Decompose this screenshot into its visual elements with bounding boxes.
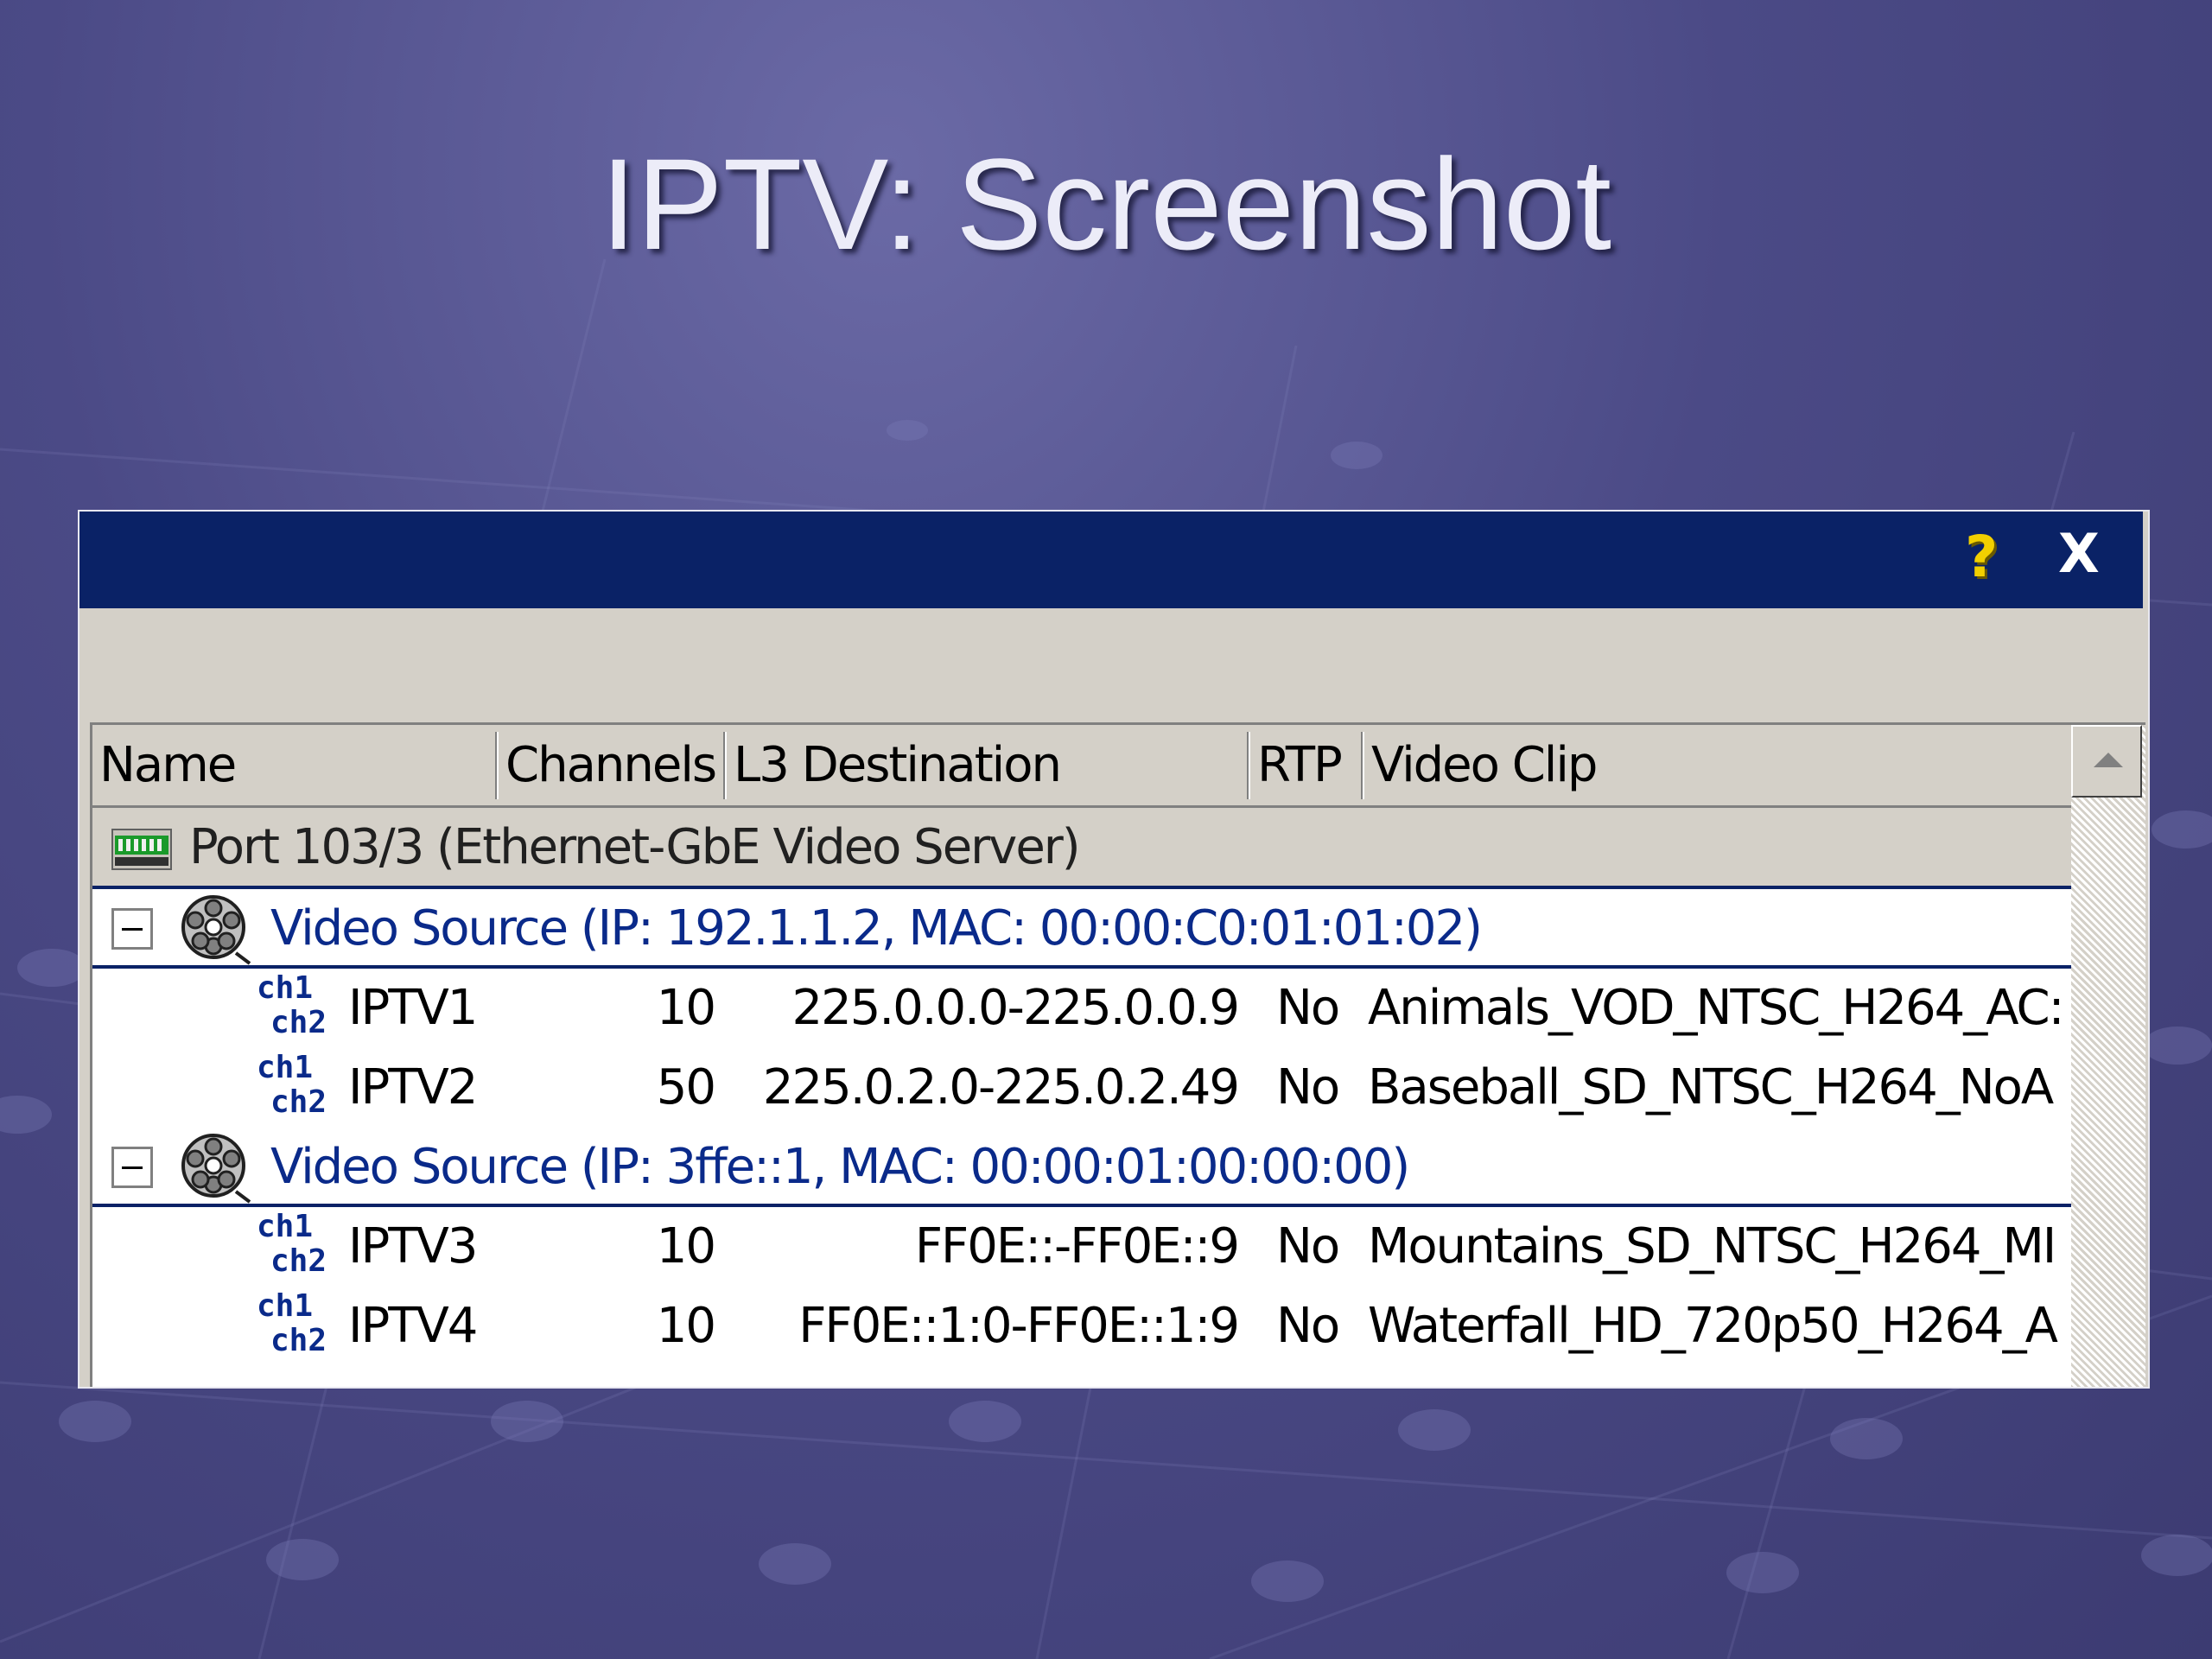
channels-icon-line2: ch2 bbox=[270, 1243, 327, 1279]
stream-rtp: No bbox=[1276, 1298, 1339, 1354]
video-source-label: Video Source (IP: 192.1.1.2, MAC: 00:00:… bbox=[270, 900, 1482, 957]
stream-name: IPTV4 bbox=[348, 1298, 477, 1354]
stream-video-clip: Waterfall_HD_720p50_H264_A bbox=[1368, 1298, 2058, 1354]
stream-channels: 50 bbox=[656, 1059, 715, 1116]
stream-row[interactable]: ch1 ch2 IPTV3 10 FF0E::-FF0E::9 No Mounta… bbox=[92, 1207, 2071, 1287]
stream-video-clip: Baseball_SD_NTSC_H264_NoA bbox=[1368, 1059, 2054, 1116]
column-header-name[interactable]: Name bbox=[99, 725, 237, 805]
stream-channels: 10 bbox=[656, 1218, 715, 1274]
window-titlebar: ? X bbox=[79, 512, 2143, 608]
channels-icon-line1: ch1 bbox=[257, 970, 314, 1006]
video-source-row[interactable]: Video Source (IP: 3ffe::1, MAC: 00:00:01… bbox=[92, 1128, 2071, 1207]
channels-icon: ch1 ch2 bbox=[257, 1211, 334, 1283]
streams-grid: Name Channels L3 Destination RTP Video C… bbox=[90, 722, 2145, 1387]
column-divider[interactable] bbox=[1361, 732, 1364, 799]
film-reel-icon bbox=[181, 895, 251, 965]
column-divider[interactable] bbox=[1247, 732, 1250, 799]
port-label: Port 103/3 (Ethernet-GbE Video Server) bbox=[189, 819, 1079, 875]
help-button[interactable]: ? bbox=[1965, 524, 1998, 590]
column-divider[interactable] bbox=[723, 732, 727, 799]
channels-icon-line2: ch2 bbox=[270, 1084, 327, 1120]
stream-channels: 10 bbox=[656, 980, 715, 1036]
stream-video-clip: Mountains_SD_NTSC_H264_MI bbox=[1368, 1218, 2056, 1274]
grid-header: Name Channels L3 Destination RTP Video C… bbox=[92, 725, 2071, 808]
stream-rtp: No bbox=[1276, 1059, 1339, 1116]
port-row[interactable]: Port 103/3 (Ethernet-GbE Video Server) bbox=[92, 808, 2071, 889]
stream-name: IPTV3 bbox=[348, 1218, 477, 1274]
stream-row[interactable]: ch1 ch2 IPTV4 10 FF0E::1:0-FF0E::1:9 No W… bbox=[92, 1287, 2071, 1366]
stream-destination: 225.0.0.0-225.0.0.9 bbox=[791, 980, 1238, 1036]
close-button[interactable]: X bbox=[2058, 522, 2100, 585]
channels-icon-line1: ch1 bbox=[257, 1209, 314, 1244]
stream-rtp: No bbox=[1276, 980, 1339, 1036]
column-header-channels[interactable]: Channels bbox=[505, 725, 717, 805]
channels-icon-line1: ch1 bbox=[257, 1288, 314, 1324]
slide-title: IPTV: Screenshot bbox=[601, 131, 1611, 276]
stream-video-clip: Animals_VOD_NTSC_H264_AC: bbox=[1368, 980, 2065, 1036]
stream-rtp: No bbox=[1276, 1218, 1339, 1274]
stream-destination: FF0E::-FF0E::9 bbox=[914, 1218, 1238, 1274]
column-header-rtp[interactable]: RTP bbox=[1257, 725, 1343, 805]
network-port-icon bbox=[111, 829, 172, 870]
stream-destination: 225.0.2.0-225.0.2.49 bbox=[762, 1059, 1238, 1116]
channels-icon-line2: ch2 bbox=[270, 1323, 327, 1358]
video-source-label: Video Source (IP: 3ffe::1, MAC: 00:00:01… bbox=[270, 1139, 1409, 1195]
stream-name: IPTV2 bbox=[348, 1059, 477, 1116]
channels-icon-line1: ch1 bbox=[257, 1050, 314, 1085]
column-header-l3-destination[interactable]: L3 Destination bbox=[734, 725, 1062, 805]
collapse-icon[interactable] bbox=[111, 1147, 153, 1188]
channels-icon: ch1 ch2 bbox=[257, 1290, 334, 1363]
stream-channels: 10 bbox=[656, 1298, 715, 1354]
iptv-window: ? X Name Channels L3 Destination RTP Vid… bbox=[78, 510, 2150, 1389]
arrow-up-icon bbox=[2094, 753, 2123, 767]
stream-row[interactable]: ch1 ch2 IPTV1 10 225.0.0.0-225.0.0.9 No A… bbox=[92, 969, 2071, 1048]
column-header-video-clip[interactable]: Video Clip bbox=[1371, 725, 1598, 805]
channels-icon-line2: ch2 bbox=[270, 1005, 327, 1040]
stream-name: IPTV1 bbox=[348, 980, 477, 1036]
channels-icon: ch1 ch2 bbox=[257, 972, 334, 1045]
stream-destination: FF0E::1:0-FF0E::1:9 bbox=[798, 1298, 1238, 1354]
column-divider[interactable] bbox=[495, 732, 499, 799]
scroll-up-button[interactable] bbox=[2071, 725, 2142, 798]
film-reel-icon bbox=[181, 1134, 251, 1204]
stream-row[interactable]: ch1 ch2 IPTV2 50 225.0.2.0-225.0.2.49 No … bbox=[92, 1048, 2071, 1128]
video-source-row[interactable]: Video Source (IP: 192.1.1.2, MAC: 00:00:… bbox=[92, 889, 2071, 969]
vertical-scrollbar[interactable] bbox=[2071, 725, 2145, 1387]
channels-icon: ch1 ch2 bbox=[257, 1052, 334, 1124]
collapse-icon[interactable] bbox=[111, 908, 153, 950]
